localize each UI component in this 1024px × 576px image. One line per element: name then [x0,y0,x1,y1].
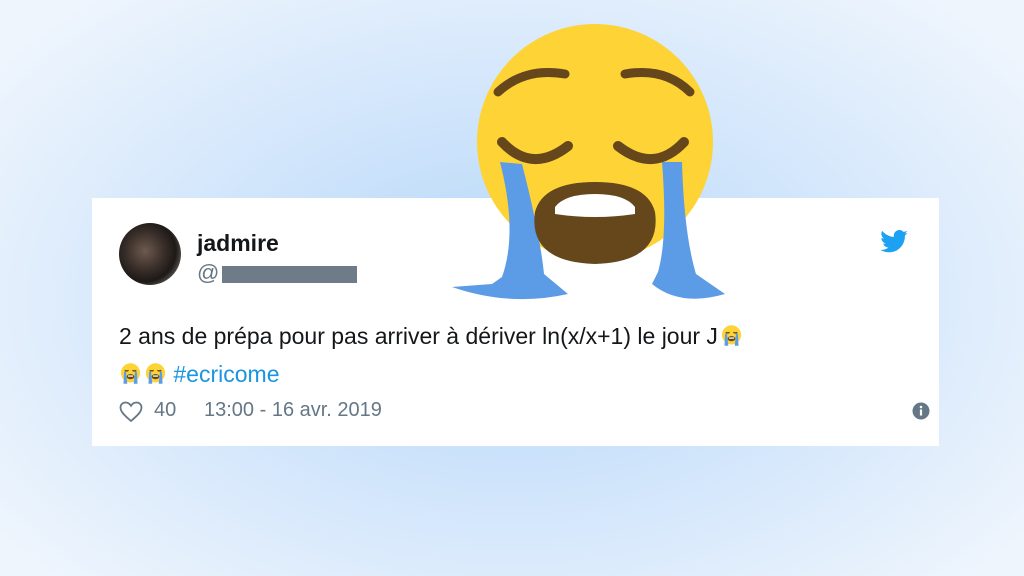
loudly-crying-face-icon [721,325,742,346]
avatar[interactable] [119,223,181,285]
hashtag-link[interactable]: #ecricome [173,361,279,387]
timestamp[interactable]: 13:00 - 16 avr. 2019 [204,399,382,422]
loudly-crying-face-icon [452,24,725,300]
handle[interactable]: @ [197,260,219,286]
handle-redaction [222,266,357,283]
display-name[interactable]: jadmire [197,230,279,257]
tweet-body: 2 ans de prépa pour pas arriver à dérive… [119,323,718,349]
twitter-bird-icon[interactable] [880,230,908,253]
like-count: 40 [154,399,177,421]
loudly-crying-face-icon [120,363,141,384]
loudly-crying-face-icon [145,363,166,384]
heart-icon[interactable] [119,401,143,423]
tweet-text: 2 ans de prépa pour pas arriver à dérive… [119,317,909,393]
info-icon[interactable] [912,402,930,420]
